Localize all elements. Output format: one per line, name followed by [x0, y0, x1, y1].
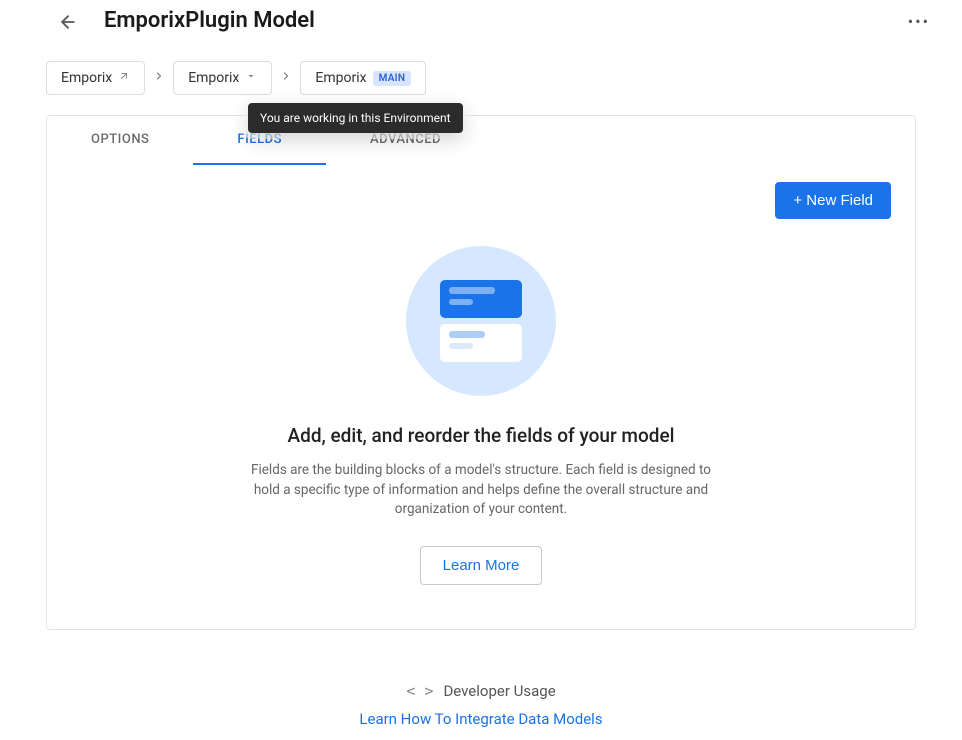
code-icon: < >	[406, 682, 433, 700]
breadcrumb-space[interactable]: Emporix	[46, 61, 145, 95]
breadcrumb-label: Emporix	[315, 70, 366, 86]
developer-usage-title: Developer Usage	[443, 682, 555, 700]
breadcrumb-environment[interactable]: Emporix MAIN	[300, 61, 426, 95]
chevron-right-icon	[280, 70, 292, 86]
chevron-right-icon	[153, 70, 165, 86]
chevron-down-icon	[245, 70, 257, 86]
new-field-button[interactable]: + New Field	[775, 182, 891, 219]
model-panel: OPTIONS FIELDS ADVANCED + New Field Add,…	[46, 115, 916, 630]
empty-state-description: Fields are the building blocks of a mode…	[241, 461, 721, 520]
tabs: OPTIONS FIELDS ADVANCED	[47, 116, 915, 166]
tab-options[interactable]: OPTIONS	[47, 116, 193, 165]
developer-usage-section: < > Developer Usage Learn How To Integra…	[0, 682, 962, 728]
environment-tooltip: You are working in this Environment	[248, 103, 463, 133]
breadcrumb: Emporix Emporix Emporix MAIN You are wor…	[0, 41, 962, 115]
environment-badge: MAIN	[373, 71, 412, 86]
breadcrumb-label: Emporix	[61, 70, 112, 86]
illustration-card	[440, 280, 522, 318]
more-menu-icon[interactable]: •••	[908, 12, 930, 31]
learn-more-button[interactable]: Learn More	[420, 546, 543, 585]
empty-state: Add, edit, and reorder the fields of you…	[71, 246, 891, 585]
back-arrow-icon[interactable]	[56, 10, 80, 34]
external-link-icon	[118, 70, 130, 86]
breadcrumb-project[interactable]: Emporix	[173, 61, 272, 95]
developer-usage-link[interactable]: Learn How To Integrate Data Models	[359, 710, 602, 728]
empty-state-illustration	[406, 246, 556, 396]
breadcrumb-label: Emporix	[188, 70, 239, 86]
page-title: EmporixPlugin Model	[104, 8, 315, 33]
empty-state-title: Add, edit, and reorder the fields of you…	[288, 424, 675, 447]
illustration-card	[440, 324, 522, 362]
